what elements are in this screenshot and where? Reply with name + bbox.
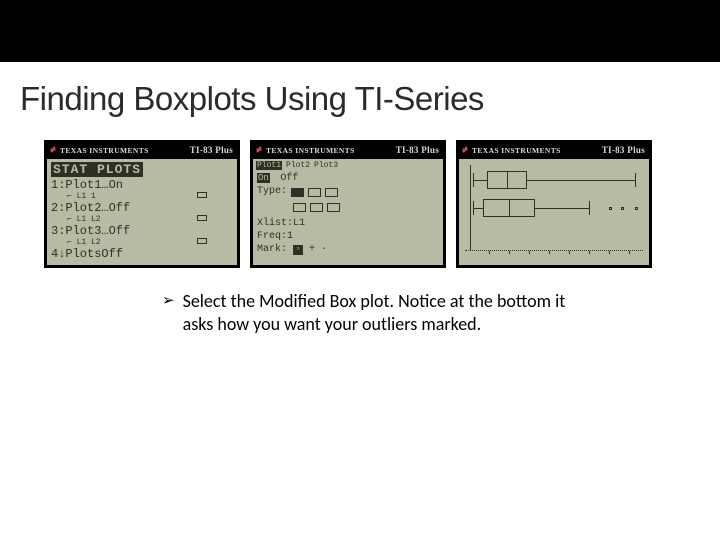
bp1-median (507, 171, 508, 189)
slide-title: Finding Boxplots Using TI-Series (0, 62, 720, 118)
axis-tick (509, 251, 510, 254)
x-axis (465, 250, 643, 251)
axis-tick (489, 251, 490, 254)
axis-tick (609, 251, 610, 254)
freq-row: Freq:1 (257, 232, 293, 242)
tab-plot1: Plot1 (256, 161, 282, 170)
calculator-3: TEXAS INSTRUMENTS TI-83 Plus (456, 140, 652, 268)
plot1-line: 1:Plot1…On (51, 179, 123, 191)
model-label: TI-83 Plus (190, 145, 233, 155)
calculator-2: TEXAS INSTRUMENTS TI-83 Plus Plot1 Plot2… (250, 140, 446, 268)
bp2-median (509, 199, 510, 217)
type-scatter-icon (291, 188, 304, 197)
mark-label: Mark: (257, 245, 287, 255)
bullet-arrow-icon: ➢ (162, 290, 175, 336)
bp1-left-whisker (473, 180, 487, 181)
xlist-row: Xlist:L1 (257, 219, 305, 229)
bp2-outlier (635, 207, 638, 210)
lcd-boxplot-graph (459, 159, 649, 265)
brand-label: TEXAS INSTRUMENTS (266, 146, 355, 155)
mark-option-dot: · (321, 245, 327, 255)
bp1-right-cap (635, 173, 636, 187)
plot1-mini-icon (197, 192, 207, 198)
bp2-left-whisker (473, 208, 483, 209)
onoff-row: On Off (257, 173, 298, 184)
stat-plots-header: STAT PLOTS (51, 162, 143, 177)
lcd-plot-setup: Plot1 Plot2 Plot3 On Off Type: Xlist:L1 … (253, 159, 443, 265)
type-boxplot-icon (310, 203, 323, 212)
type-row-2 (257, 203, 340, 212)
calc-header: TEXAS INSTRUMENTS TI-83 Plus (47, 143, 237, 159)
calculator-row: TEXAS INSTRUMENTS TI-83 Plus STAT PLOTS … (0, 118, 720, 268)
bp1-left-cap (473, 173, 474, 187)
plot1-sub: ⌐ L1 1 (67, 192, 96, 201)
axis-tick (629, 251, 630, 254)
plotsoff-line: 4↓PlotsOff (51, 248, 123, 260)
model-label: TI-83 Plus (396, 145, 439, 155)
ti-logo-icon (49, 146, 57, 154)
plot3-mini-icon (197, 238, 207, 244)
bullet-block: ➢ Select the Modified Box plot. Notice a… (0, 268, 720, 336)
y-axis (470, 165, 471, 251)
brand-label: TEXAS INSTRUMENTS (472, 146, 561, 155)
type-xyline-icon (308, 188, 321, 197)
bullet-text: Select the Modified Box plot. Notice at … (183, 290, 600, 336)
lcd-stat-plots: STAT PLOTS 1:Plot1…On ⌐ L1 1 2:Plot2…Off… (47, 159, 237, 265)
off-label: Off (280, 173, 298, 184)
axis-tick (589, 251, 590, 254)
axis-tick (549, 251, 550, 254)
on-label: On (257, 173, 270, 183)
plot-tabs: Plot1 Plot2 Plot3 (256, 161, 338, 170)
type-modboxplot-icon (293, 203, 306, 212)
plot2-sub: ⌐ L1 L2 (67, 215, 101, 224)
type-histogram-icon (325, 188, 338, 197)
plot2-line: 2:Plot2…Off (51, 202, 130, 214)
slide-top-bar (0, 0, 720, 62)
bp2-right-whisker (535, 208, 589, 209)
bp2-right-cap (589, 201, 590, 215)
bp1-right-whisker (527, 180, 635, 181)
ti-logo-icon (461, 146, 469, 154)
model-label: TI-83 Plus (602, 145, 645, 155)
axis-tick (569, 251, 570, 254)
type-row-1: Type: (257, 187, 338, 197)
calc-header: TEXAS INSTRUMENTS TI-83 Plus (253, 143, 443, 159)
bp2-left-cap (473, 201, 474, 215)
bp2-outlier (621, 207, 624, 210)
bp2-outlier (609, 207, 612, 210)
type-label: Type: (257, 187, 287, 197)
calculator-1: TEXAS INSTRUMENTS TI-83 Plus STAT PLOTS … (44, 140, 240, 268)
calc-header: TEXAS INSTRUMENTS TI-83 Plus (459, 143, 649, 159)
mark-option-box: ▫ (293, 245, 303, 255)
type-normprob-icon (327, 203, 340, 212)
plot3-line: 3:Plot3…Off (51, 225, 130, 237)
axis-tick (529, 251, 530, 254)
bullet-item: ➢ Select the Modified Box plot. Notice a… (162, 290, 600, 336)
tab-plot2: Plot2 (286, 161, 310, 170)
mark-row: Mark: ▫ + · (257, 245, 327, 255)
plot2-mini-icon (197, 215, 207, 221)
plot3-sub: ⌐ L1 L2 (67, 238, 101, 247)
mark-option-plus: + (309, 245, 315, 255)
ti-logo-icon (255, 146, 263, 154)
tab-plot3: Plot3 (314, 161, 338, 170)
brand-label: TEXAS INSTRUMENTS (60, 146, 149, 155)
